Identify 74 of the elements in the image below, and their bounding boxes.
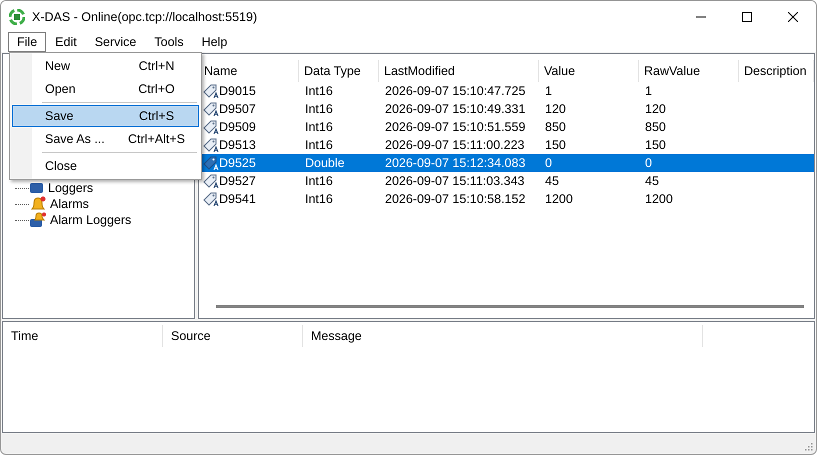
table-cell: Int16 <box>305 120 333 134</box>
table-cell: Int16 <box>305 192 333 206</box>
column-header[interactable]: Value <box>539 60 639 82</box>
menu-item[interactable]: Service <box>86 32 146 52</box>
table-row[interactable]: D9527 Int16 2026-09-07 15:11:03.343 45 45 <box>199 172 814 190</box>
window-title: X-DAS - Online(opc.tcp://localhost:5519) <box>32 10 258 24</box>
table-cell: Int16 <box>305 138 333 152</box>
column-header[interactable]: Time <box>3 325 163 347</box>
column-header[interactable]: Description <box>739 60 814 82</box>
table-row[interactable]: D9541 Int16 2026-09-07 15:10:58.152 1200 1200 <box>199 190 814 208</box>
table-cell: 150 <box>545 138 566 152</box>
tag-icon <box>203 192 219 206</box>
table-cell: 850 <box>545 120 566 134</box>
menu-item[interactable]: Tools <box>145 32 193 52</box>
menu-item[interactable]: Help <box>192 32 236 52</box>
column-header[interactable]: Source <box>163 325 303 347</box>
table-cell: 1200 <box>645 192 673 206</box>
table-cell: 2026-09-07 15:10:58.152 <box>385 192 526 206</box>
table-cell: 2026-09-07 15:10:47.725 <box>385 84 526 98</box>
menu-item[interactable]: Edit <box>46 32 86 52</box>
tree-item[interactable]: Alarms <box>50 197 89 211</box>
alarm-logger-icon <box>29 212 47 228</box>
close-icon <box>788 12 798 22</box>
tag-icon <box>203 174 219 188</box>
resize-grip-icon[interactable] <box>803 441 813 451</box>
table-cell: 2026-09-07 15:12:34.083 <box>385 156 526 170</box>
table-cell: D9527 <box>219 174 256 188</box>
table-cell: D9541 <box>219 192 256 206</box>
menu-item[interactable]: New Ctrl+N <box>12 55 199 77</box>
menu-item[interactable]: Close <box>12 155 199 177</box>
tag-icon <box>203 156 219 170</box>
tree-item[interactable]: Loggers <box>48 181 94 195</box>
table-cell: 1 <box>545 84 552 98</box>
table-cell: D9015 <box>219 84 256 98</box>
column-header[interactable]: RawValue <box>639 60 739 82</box>
menu-item[interactable]: Save Ctrl+S <box>12 105 199 127</box>
scrollbar-thumb[interactable] <box>216 305 804 308</box>
menu-item[interactable]: Save As ... Ctrl+Alt+S <box>12 128 199 150</box>
table-cell: Int16 <box>305 102 333 116</box>
table-cell: Int16 <box>305 84 333 98</box>
table-cell: D9509 <box>219 120 256 134</box>
maximize-icon <box>742 12 752 22</box>
column-header[interactable]: Message <box>303 325 703 347</box>
table-cell: 120 <box>545 102 566 116</box>
table-cell: Double <box>305 156 345 170</box>
table-cell: 45 <box>645 174 659 188</box>
table-row[interactable]: D9509 Int16 2026-09-07 15:10:51.559 850 850 <box>199 118 814 136</box>
table-cell: 45 <box>545 174 559 188</box>
table-cell: 2026-09-07 15:10:51.559 <box>385 120 526 134</box>
table-row[interactable]: D9507 Int16 2026-09-07 15:10:49.331 120 120 <box>199 100 814 118</box>
table-cell: 120 <box>645 102 666 116</box>
database-icon <box>30 183 43 193</box>
menu-item[interactable]: File <box>8 32 46 52</box>
table-cell: 1 <box>645 84 652 98</box>
column-header[interactable]: Data Type <box>299 60 379 82</box>
app-icon <box>9 8 25 24</box>
tree-item[interactable]: Alarm Loggers <box>50 213 132 227</box>
table-cell: 1200 <box>545 192 573 206</box>
table-cell: 0 <box>545 156 552 170</box>
table-cell: 0 <box>645 156 652 170</box>
table-cell: 2026-09-07 15:10:49.331 <box>385 102 526 116</box>
table-cell: 2026-09-07 15:11:03.343 <box>385 174 524 188</box>
table-cell: D9513 <box>219 138 256 152</box>
table-row[interactable]: D9525 Double 2026-09-07 15:12:34.083 0 0 <box>199 154 814 172</box>
table-row[interactable]: D9015 Int16 2026-09-07 15:10:47.725 1 1 <box>199 82 814 100</box>
table-cell: 150 <box>645 138 666 152</box>
table-cell: D9525 <box>219 156 256 170</box>
table-cell: 850 <box>645 120 666 134</box>
table-cell: D9507 <box>219 102 256 116</box>
menu-item[interactable]: Open Ctrl+O <box>12 78 199 100</box>
column-header[interactable]: LastModified <box>379 60 539 82</box>
table-cell: Int16 <box>305 174 333 188</box>
table-cell: 2026-09-07 15:11:00.223 <box>385 138 524 152</box>
table-row[interactable]: D9513 Int16 2026-09-07 15:11:00.223 150 150 <box>199 136 814 154</box>
